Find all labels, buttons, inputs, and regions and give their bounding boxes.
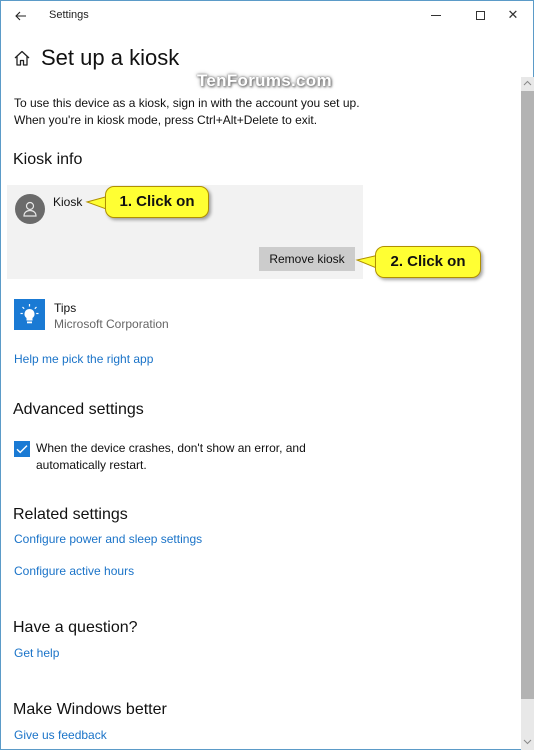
chevron-down-icon xyxy=(523,739,532,745)
page-description: To use this device as a kiosk, sign in w… xyxy=(14,95,360,128)
give-feedback-link[interactable]: Give us feedback xyxy=(14,728,107,742)
app-publisher: Microsoft Corporation xyxy=(54,317,169,331)
lightbulb-icon xyxy=(20,304,39,324)
have-a-question-heading: Have a question? xyxy=(13,619,138,636)
watermark: TenForums.com xyxy=(197,71,332,90)
related-settings-heading: Related settings xyxy=(13,506,128,523)
user-icon xyxy=(23,201,37,217)
settings-window: Settings ✕ Set up a kiosk TenForums.com … xyxy=(0,0,534,750)
home-icon xyxy=(14,50,30,66)
page-title: Set up a kiosk xyxy=(41,45,180,70)
checkmark-icon xyxy=(16,445,28,454)
help-pick-app-link[interactable]: Help me pick the right app xyxy=(14,352,153,366)
app-name: Tips xyxy=(54,301,77,315)
description-line-1: To use this device as a kiosk, sign in w… xyxy=(14,96,360,110)
maximize-button[interactable] xyxy=(465,3,495,27)
avatar xyxy=(15,194,45,224)
scroll-up-button[interactable] xyxy=(521,77,534,91)
auto-restart-label: When the device crashes, don't show an e… xyxy=(36,441,306,472)
tips-app-tile xyxy=(14,299,45,330)
back-button[interactable] xyxy=(9,5,33,27)
arrow-left-icon xyxy=(15,11,26,21)
chevron-up-icon xyxy=(523,80,532,86)
description-line-2: When you're in kiosk mode, press Ctrl+Al… xyxy=(14,112,318,127)
advanced-settings-heading: Advanced settings xyxy=(13,401,144,418)
close-button[interactable]: ✕ xyxy=(498,3,528,27)
active-hours-link[interactable]: Configure active hours xyxy=(14,564,134,578)
vertical-scrollbar[interactable] xyxy=(521,77,534,750)
scroll-thumb[interactable] xyxy=(521,91,534,699)
window-title: Settings xyxy=(49,9,89,21)
close-icon: ✕ xyxy=(507,7,519,22)
callout-step-1: 1. Click on xyxy=(105,186,209,218)
remove-kiosk-button[interactable]: Remove kiosk xyxy=(259,247,355,271)
get-help-link[interactable]: Get help xyxy=(14,646,59,660)
callout-step-2: 2. Click on xyxy=(375,246,481,278)
maximize-icon xyxy=(475,11,485,21)
page-header: Set up a kiosk xyxy=(13,45,179,71)
scroll-down-button[interactable] xyxy=(521,736,534,750)
kiosk-account-name: Kiosk xyxy=(53,195,83,209)
auto-restart-checkbox[interactable] xyxy=(14,441,30,457)
minimize-button[interactable] xyxy=(421,3,451,27)
kiosk-info-heading: Kiosk info xyxy=(13,151,83,168)
make-windows-better-heading: Make Windows better xyxy=(13,701,167,718)
minimize-icon xyxy=(431,15,441,17)
title-bar: Settings ✕ xyxy=(1,1,533,31)
power-sleep-settings-link[interactable]: Configure power and sleep settings xyxy=(14,532,202,546)
